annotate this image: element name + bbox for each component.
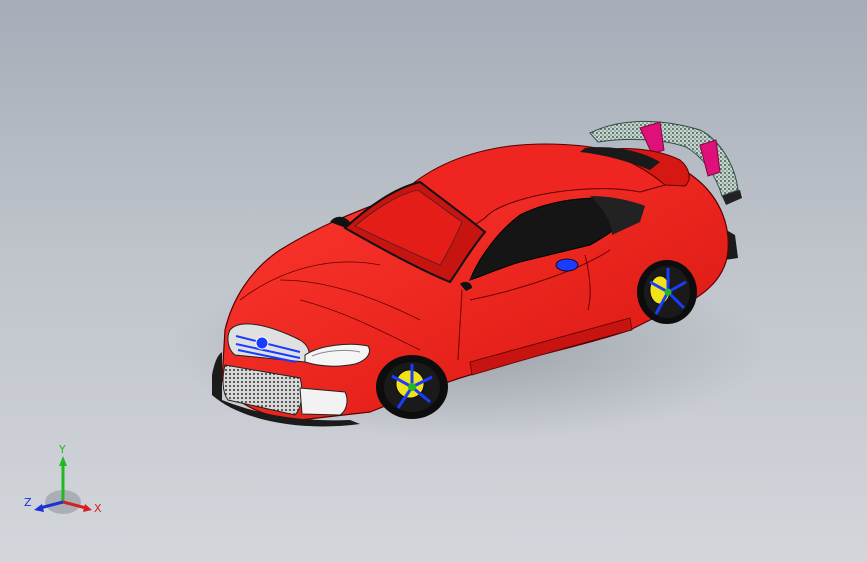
graphics-viewport[interactable]: Y X Z [0, 0, 867, 562]
fuel-cap [555, 258, 579, 272]
front-wheel [376, 355, 448, 419]
triad-y-arrow [59, 456, 67, 466]
fog-light [299, 387, 348, 416]
brand-emblem [255, 336, 269, 350]
triad-x-label: X [94, 502, 102, 515]
triad-z-arrow [34, 504, 44, 512]
view-triad[interactable]: Y X Z [18, 440, 118, 540]
car-3d-model[interactable] [0, 0, 867, 562]
triad-y-label: Y [58, 443, 66, 456]
rear-wheel [637, 260, 697, 324]
triad-z-label: Z [24, 496, 32, 509]
triad-x-arrow [83, 504, 92, 512]
